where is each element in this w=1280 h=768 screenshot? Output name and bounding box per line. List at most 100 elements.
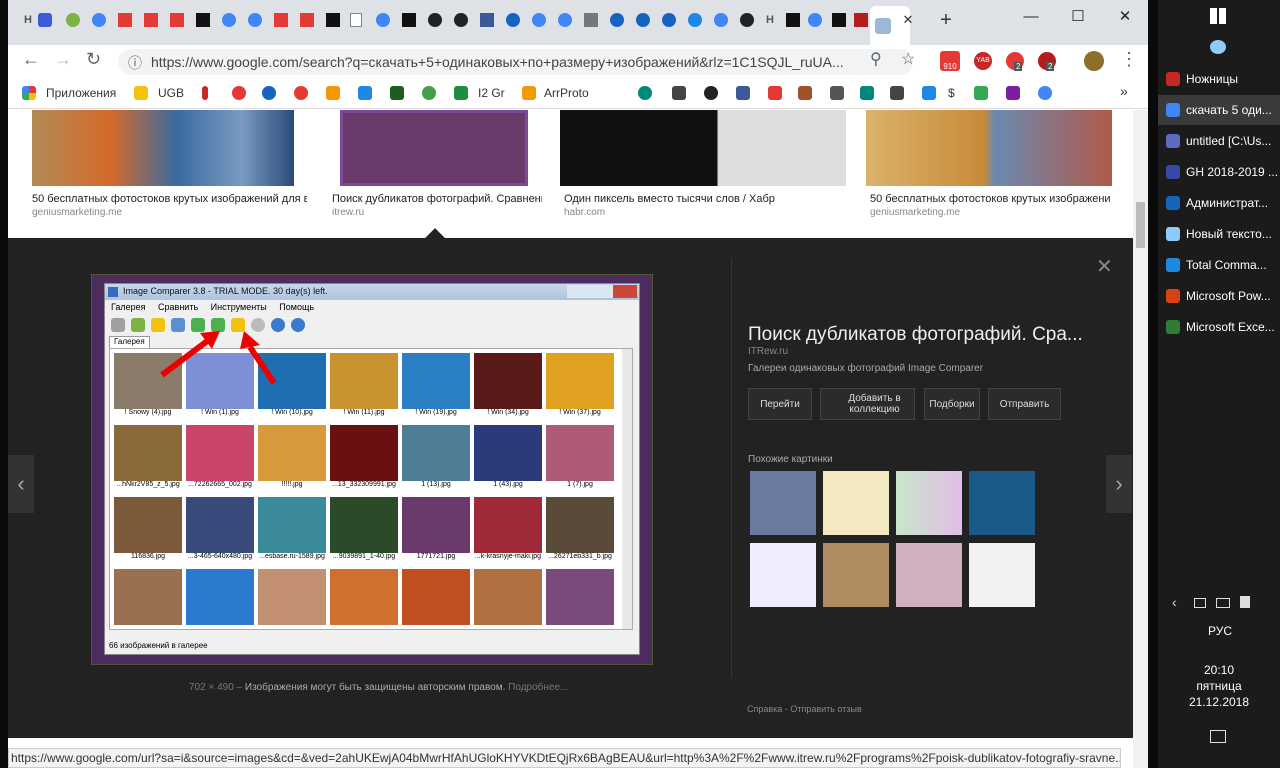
bookmarks-more[interactable]: » (1120, 83, 1128, 99)
bookmark-arrproto[interactable]: ArrProto (544, 86, 589, 100)
preview-image[interactable]: Image Comparer 3.8 - TRIAL MODE. 30 day(… (91, 274, 653, 665)
tab-icon-history[interactable] (688, 13, 702, 27)
tab-icon-mail[interactable] (584, 13, 598, 27)
page-scrollbar[interactable] (1133, 110, 1148, 768)
thermometer-icon[interactable] (202, 86, 208, 100)
tab-icon-google[interactable] (92, 13, 106, 27)
tab-first[interactable]: Н (18, 9, 38, 31)
forward-icon[interactable]: → (54, 49, 72, 70)
preview-title[interactable]: Поиск дубликатов фотографий. Сра... (748, 324, 1083, 346)
close-preview-icon[interactable]: ✕ (1096, 254, 1113, 279)
zoom-icon[interactable]: ⚲ (870, 49, 882, 69)
apps-icon[interactable] (22, 86, 36, 100)
tray-network-icon[interactable] (1216, 598, 1230, 608)
tab-icon-github[interactable] (454, 13, 468, 27)
tab-icon-google[interactable] (532, 13, 546, 27)
bookmark-sheet-icon[interactable] (454, 86, 468, 100)
close-window-button[interactable]: ✕ (1102, 0, 1148, 32)
bookmark-hash-icon[interactable] (672, 86, 686, 100)
taskbar-item[interactable]: Total Comma... (1158, 250, 1280, 280)
tab-icon-ps[interactable] (196, 13, 210, 27)
result-caption[interactable]: Один пиксель вместо тысячи слов / Хабр (564, 193, 834, 205)
taskbar-item[interactable]: скачать 5 оди... (1158, 95, 1280, 125)
bookmark-hh-icon[interactable] (294, 86, 308, 100)
windows-icon[interactable] (1210, 8, 1226, 24)
tab-icon-github[interactable] (428, 13, 442, 27)
tray-speaker-icon[interactable] (1240, 596, 1250, 608)
related-image[interactable] (823, 543, 889, 607)
bookmark-grid-icon[interactable] (798, 86, 812, 100)
bookmark-dark-icon[interactable] (860, 86, 874, 100)
bookmark-h-icon[interactable] (922, 86, 936, 100)
tab-icon-blue[interactable] (506, 13, 520, 27)
tab-icon-google[interactable] (248, 13, 262, 27)
new-tab-button[interactable]: + (936, 9, 956, 31)
related-image[interactable] (896, 471, 962, 535)
tab-icon-google[interactable] (222, 13, 236, 27)
related-image[interactable] (969, 471, 1035, 535)
result-caption[interactable]: 50 бесплатных фотостоков крутых изображе… (32, 193, 307, 205)
tray-battery-icon[interactable] (1194, 598, 1206, 608)
extension-abp-icon[interactable]: 2 (1038, 52, 1056, 71)
extension-mail-icon[interactable]: 910 (940, 51, 960, 71)
bookmark-eye-icon[interactable] (358, 86, 372, 100)
tab-icon-red[interactable] (274, 13, 288, 27)
related-image[interactable] (969, 543, 1035, 607)
tab-icon-github[interactable] (740, 13, 754, 27)
avatar[interactable] (1084, 51, 1104, 71)
bookmark-github-icon[interactable] (704, 86, 718, 100)
bookmark-i2gr[interactable]: I2 Gr (478, 86, 505, 100)
tab-icon-google[interactable] (808, 13, 822, 27)
tab-icon-blue[interactable] (636, 13, 650, 27)
related-image[interactable] (896, 543, 962, 607)
add-to-collection-button[interactable]: Добавить в коллекцию (820, 388, 915, 420)
tab-icon-blue[interactable] (610, 13, 624, 27)
bookmark-red-icon[interactable] (768, 86, 782, 100)
bookmark-p-icon[interactable] (232, 86, 246, 100)
taskbar-item[interactable]: Microsoft Exce... (1158, 312, 1280, 342)
tab-icon-doc[interactable] (350, 13, 362, 27)
tab-icon-google[interactable] (714, 13, 728, 27)
menu-icon[interactable]: ⋮ (1120, 49, 1138, 70)
star-icon[interactable]: ☆ (901, 49, 915, 69)
tab-icon-google[interactable] (558, 13, 572, 27)
bookmark-dollar[interactable]: $ (948, 86, 955, 100)
bookmark-247-icon[interactable] (390, 86, 404, 100)
taskbar-item[interactable]: Новый тексто... (1158, 219, 1280, 249)
taskbar-item[interactable]: Администрат... (1158, 188, 1280, 218)
tray-chevron-icon[interactable]: ‹ (1172, 594, 1177, 610)
back-icon[interactable]: ← (22, 49, 40, 70)
tab-icon-blue[interactable] (662, 13, 676, 27)
taskbar-item[interactable]: untitled [C:\Us... (1158, 126, 1280, 156)
tab-icon-green[interactable] (66, 13, 80, 27)
maximize-button[interactable]: ☐ (1055, 0, 1101, 32)
taskbar-item[interactable]: Microsoft Pow... (1158, 281, 1280, 311)
visit-button[interactable]: Перейти (748, 388, 812, 420)
tab-icon-html5[interactable] (38, 13, 52, 27)
tab-icon-red[interactable] (300, 13, 314, 27)
bookmark-p2-icon[interactable] (638, 86, 652, 100)
bookmark-olx-icon[interactable] (326, 86, 340, 100)
preview-domain[interactable]: ITRew.ru (748, 346, 788, 357)
tab-icon-t[interactable] (832, 13, 846, 27)
taskbar-item[interactable]: Ножницы (1158, 64, 1280, 94)
info-icon[interactable]: ⓘ (128, 53, 142, 73)
related-image[interactable] (750, 543, 816, 607)
tab-icon-ps[interactable] (326, 13, 340, 27)
result-caption[interactable]: 50 бесплатных фотостоков крутых изображе… (870, 193, 1110, 205)
tab-icon-red[interactable] (170, 13, 184, 27)
tab-icon-ps[interactable] (786, 13, 800, 27)
prev-image-button[interactable]: ‹ (8, 455, 34, 513)
tab-icon-red[interactable] (118, 13, 132, 27)
tab-close-icon[interactable]: ✕ (898, 9, 918, 31)
tab-icon-facebook[interactable] (480, 13, 494, 27)
next-image-button[interactable]: › (1106, 455, 1132, 513)
result-image-3[interactable] (560, 110, 846, 186)
minimize-button[interactable]: — (1008, 0, 1054, 32)
notifications-icon[interactable] (1210, 730, 1226, 743)
tab-icon-red[interactable] (144, 13, 158, 27)
related-image[interactable] (750, 471, 816, 535)
result-image-2[interactable] (340, 110, 528, 186)
result-image-1[interactable] (32, 110, 294, 186)
bookmark-arrproto-icon[interactable] (522, 86, 536, 100)
